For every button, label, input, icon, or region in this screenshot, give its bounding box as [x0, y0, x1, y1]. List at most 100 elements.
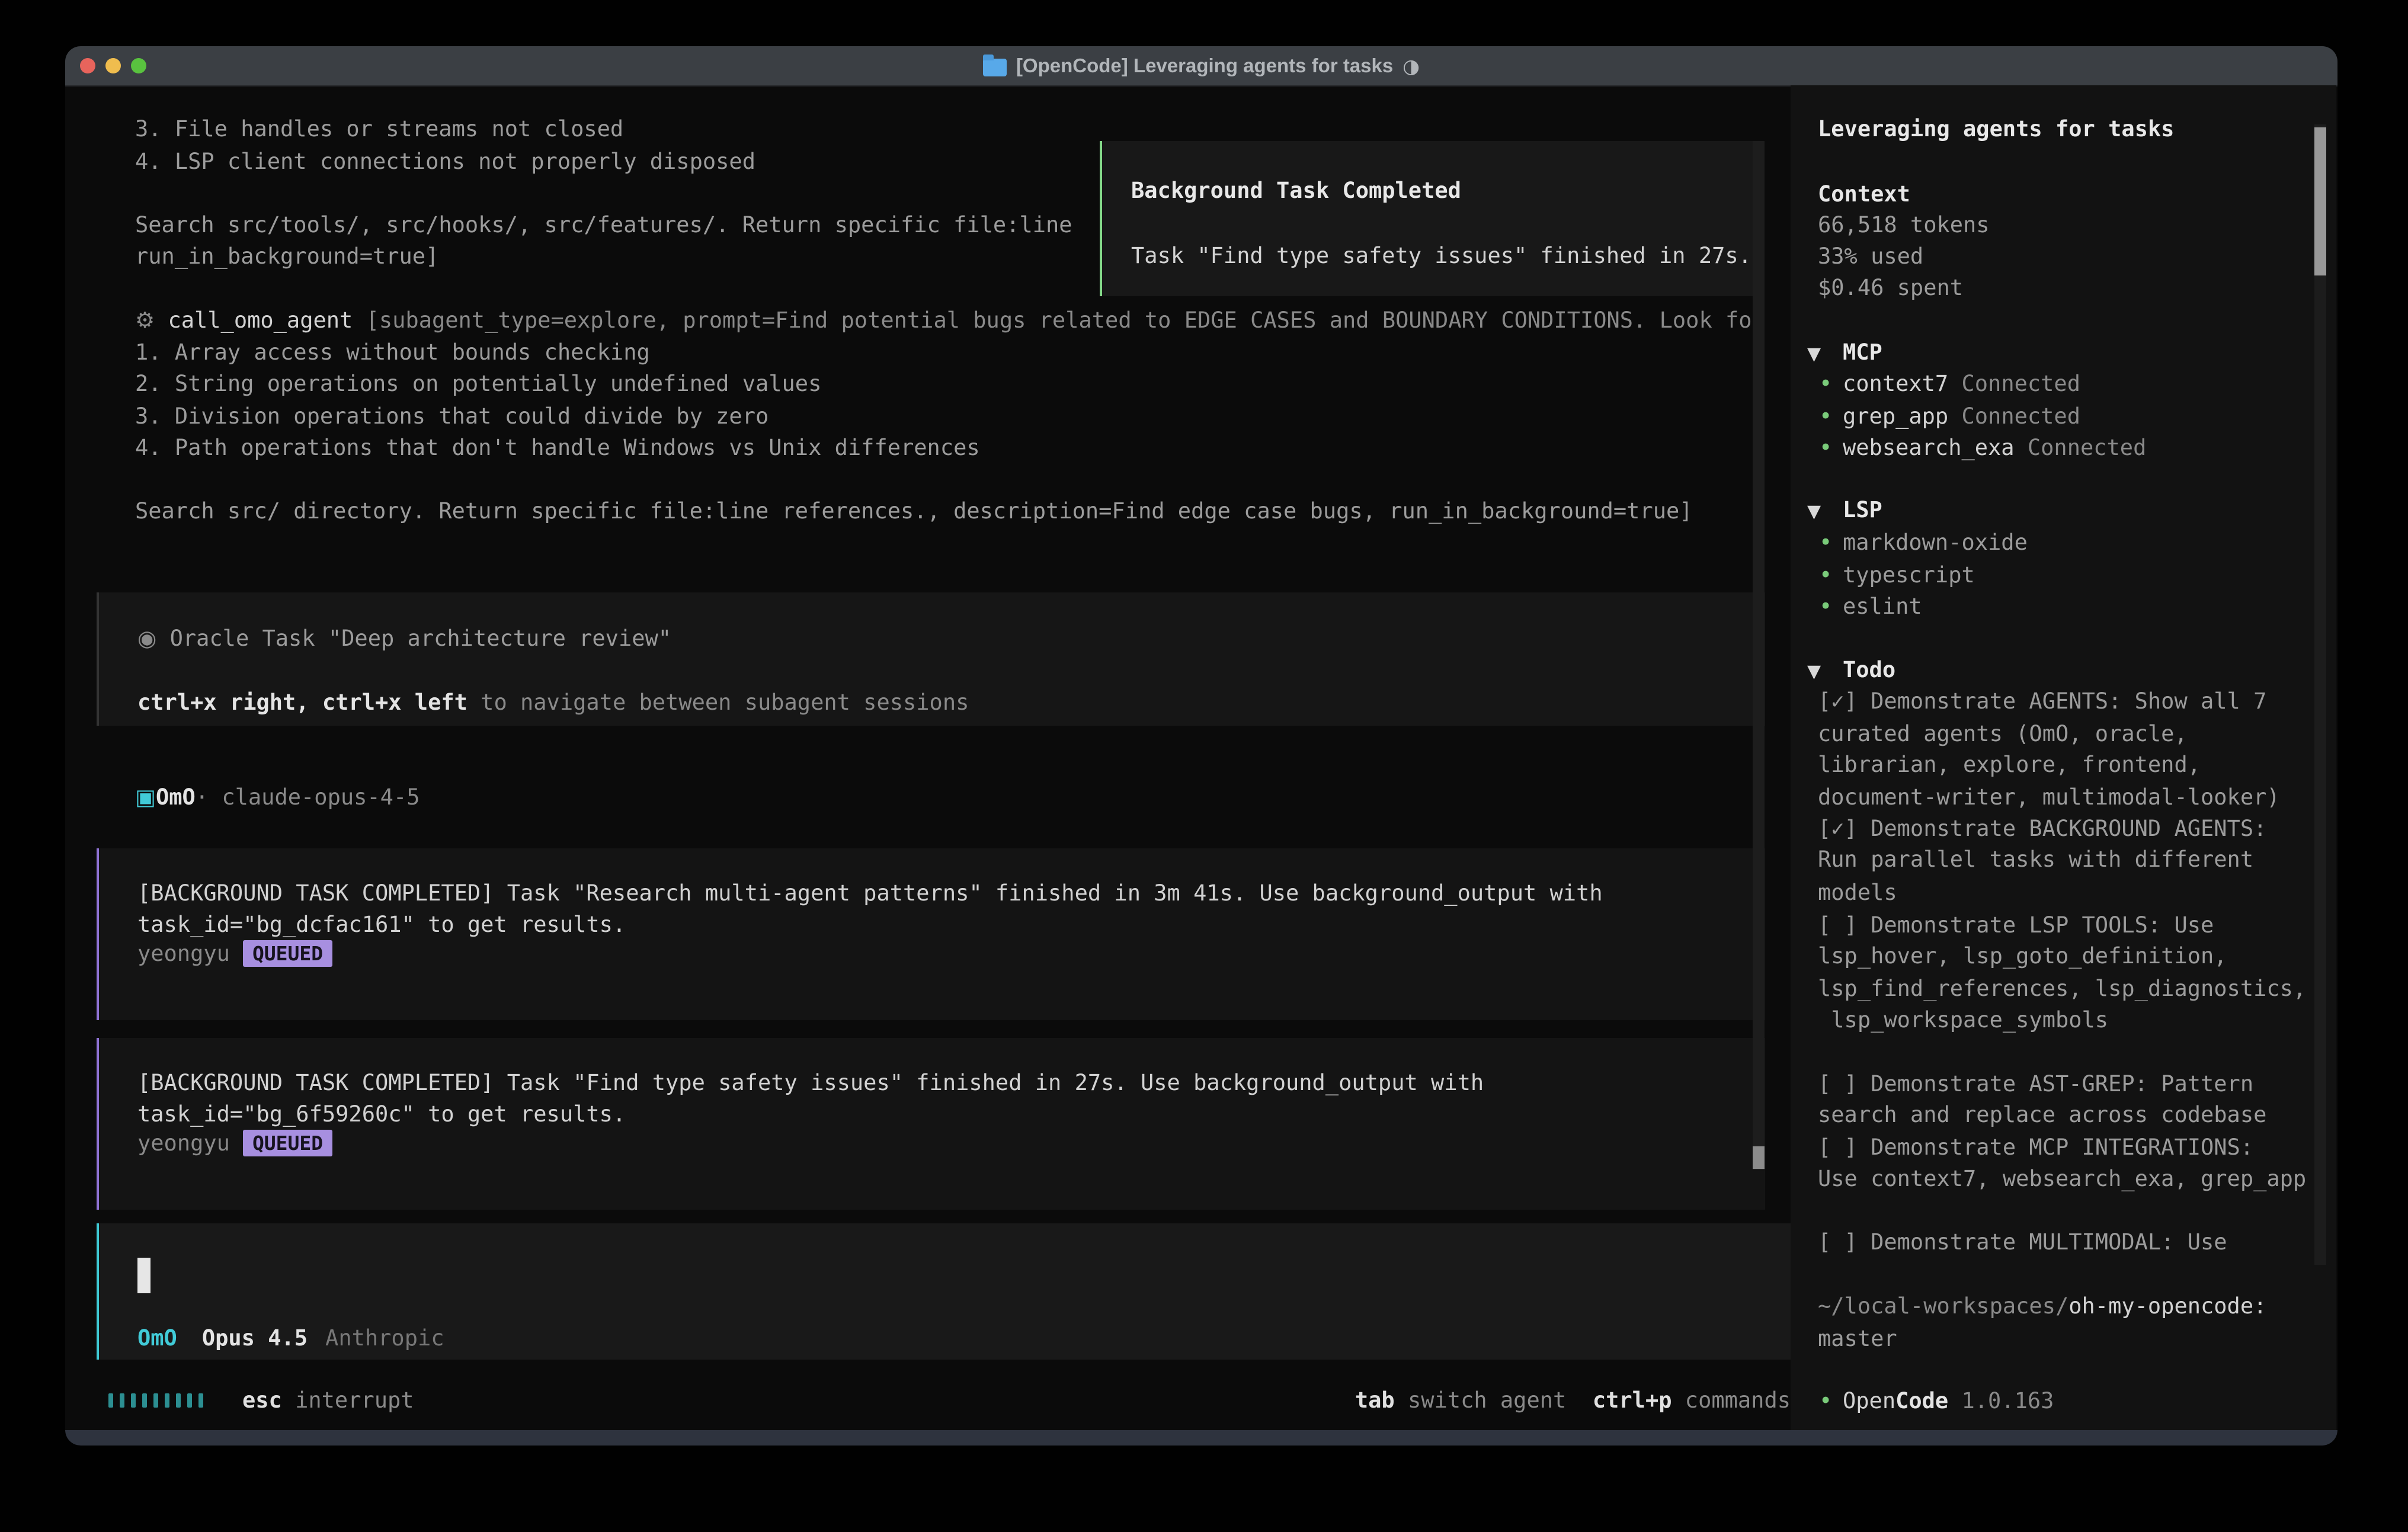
lsp-item: eslint: [1843, 591, 1922, 623]
agent-model: claude-opus-4-5: [222, 784, 420, 810]
todo-item-pending: [ ] Demonstrate MCP INTEGRATIONS:: [1818, 1132, 2253, 1164]
terminal-line: run_in_background=true]: [135, 241, 438, 273]
connected-dot-icon: •: [1819, 559, 1832, 591]
mcp-item: websearch_exa Connected: [1843, 432, 2146, 464]
message-text: task_id="bg_6f59260c" to get results.: [137, 1098, 626, 1130]
tool-call-list-item: 4. Path operations that don't handle Win…: [135, 432, 980, 464]
workspace-branch: master: [1818, 1323, 1897, 1355]
input-provider-name: Anthropic: [325, 1325, 444, 1351]
mcp-status: Connected: [1948, 403, 2080, 429]
app-version-number: 1.0.163: [1948, 1388, 2054, 1414]
spinner-dot: [108, 1393, 113, 1408]
todo-item-active: lsp_workspace_symbols: [1818, 1004, 2108, 1036]
folder-icon: [983, 59, 1007, 76]
zoom-button[interactable]: [131, 58, 146, 73]
agent-separator: ·: [196, 784, 209, 810]
notification-title: Background Task Completed: [1131, 175, 1461, 207]
spinner-dot: [142, 1393, 147, 1408]
mcp-status: Connected: [2015, 435, 2147, 460]
tool-call-list-item: 1. Array access without bounds checking: [135, 336, 650, 368]
prompt-input[interactable]: OmO Opus 4.5 Anthropic: [97, 1223, 1793, 1360]
gear-icon: ⚙: [135, 307, 155, 333]
context-spent: $0.46 spent: [1818, 272, 1963, 304]
spinner-dot: [198, 1393, 203, 1408]
desktop: [OpenCode] Leveraging agents for tasks ◑…: [0, 0, 2408, 1532]
message-author: yeongyu: [137, 1130, 230, 1156]
working-spinner: [108, 1393, 203, 1408]
opencode-window: [OpenCode] Leveraging agents for tasks ◑…: [65, 46, 2337, 1446]
todo-item-done: [✓] Demonstrate AGENTS: Show all 7: [1818, 685, 2266, 717]
mcp-name: grep_app: [1843, 403, 1948, 429]
sidebar-scrollbar-thumb[interactable]: [2314, 127, 2326, 275]
message-author: yeongyu: [137, 941, 230, 966]
window-title-text: [OpenCode] Leveraging agents for tasks: [1016, 55, 1393, 77]
todo-item-done: models: [1818, 877, 1897, 909]
app-version: OpenCode 1.0.163: [1843, 1385, 2054, 1417]
todo-heading[interactable]: Todo: [1843, 654, 1895, 686]
oracle-task-title: ◉ Oracle Task "Deep architecture review": [137, 623, 671, 655]
interrupt-hint: esc interrupt: [242, 1384, 414, 1416]
notification-body: Task "Find type safety issues" finished …: [1131, 240, 1751, 272]
hint-text: to navigate between subagent sessions: [467, 690, 969, 715]
todo-item-done: Run parallel tasks with different: [1818, 844, 2253, 876]
chevron-down-icon[interactable]: ▼: [1807, 344, 1831, 364]
mcp-heading[interactable]: MCP: [1843, 336, 1882, 368]
message-footer: yeongyu QUEUED: [137, 1127, 332, 1159]
agent-header: ▣OmO· claude-opus-4-5: [135, 781, 420, 813]
tool-call-args: [subagent_type=explore, prompt=Find pote…: [353, 307, 1765, 333]
todo-item-pending: search and replace across codebase: [1818, 1099, 2266, 1131]
mcp-status: Connected: [1948, 371, 2080, 396]
main-scrollbar-thumb[interactable]: [1753, 1146, 1765, 1169]
input-agent-name: OmO: [137, 1325, 177, 1351]
session-title: Leveraging agents for tasks: [1818, 113, 2174, 145]
status-bar: esc interrupt tab switch agent ctrl+p co…: [65, 1384, 1791, 1416]
mcp-item: context7 Connected: [1843, 368, 2080, 400]
spinner-dot: [120, 1393, 124, 1408]
tool-call-list-item: 3. Division operations that could divide…: [135, 400, 768, 432]
spinner-dot: [187, 1393, 192, 1408]
workspace-path: ~/local-workspaces/oh-my-opencode:: [1818, 1290, 2266, 1322]
tool-call-line: ⚙ call_omo_agent [subagent_type=explore,…: [135, 305, 1765, 336]
connected-dot-icon: •: [1819, 400, 1832, 432]
tab-key-label: switch agent: [1395, 1387, 1567, 1413]
agent-square-icon: ▣: [135, 784, 156, 810]
app-name-bold: Code: [1895, 1388, 1948, 1414]
terminal-line: 3. File handles or streams not closed: [135, 113, 623, 145]
agent-name: OmO: [156, 784, 196, 810]
status-badge: QUEUED: [243, 940, 332, 967]
record-icon: ◉: [137, 626, 156, 651]
title-bar: [OpenCode] Leveraging agents for tasks ◑: [65, 46, 2337, 86]
commands-key-label: commands: [1672, 1387, 1791, 1413]
esc-key-label: interrupt: [282, 1387, 414, 1413]
main-scrollbar-track[interactable]: [1753, 141, 1765, 1170]
terminal-line: Search src/tools/, src/hooks/, src/featu…: [135, 209, 1072, 241]
message-block: [BACKGROUND TASK COMPLETED] Task "Find t…: [97, 1038, 1765, 1210]
session-sidebar: Leveraging agents for tasks Context 66,5…: [1791, 85, 2336, 1430]
message-text: [BACKGROUND TASK COMPLETED] Task "Resear…: [137, 877, 1603, 909]
sidebar-scrollbar-track[interactable]: [2314, 124, 2326, 1265]
lsp-heading[interactable]: LSP: [1843, 494, 1882, 526]
mcp-name: context7: [1843, 371, 1948, 396]
workspace-repo: oh-my-opencode:: [2068, 1293, 2266, 1319]
chevron-down-icon[interactable]: ▼: [1807, 661, 1831, 682]
todo-item-active: [ ] Demonstrate LSP TOOLS: Use: [1818, 909, 2214, 941]
esc-key-hint: esc: [242, 1387, 282, 1413]
todo-item-done: librarian, explore, frontend,: [1818, 749, 2201, 781]
tool-call-tail: Search src/ directory. Return specific f…: [135, 495, 1693, 527]
minimize-button[interactable]: [105, 58, 121, 73]
todo-item-active: lsp_hover, lsp_goto_definition,: [1818, 940, 2227, 972]
lsp-item: typescript: [1843, 559, 1975, 591]
todo-item-active: lsp_find_references, lsp_diagnostics,: [1818, 973, 2306, 1005]
close-button[interactable]: [80, 58, 95, 73]
oracle-task-text: Oracle Task "Deep architecture review": [156, 626, 671, 651]
message-text: [BACKGROUND TASK COMPLETED] Task "Find t…: [137, 1067, 1484, 1099]
busy-indicator-icon: ◑: [1402, 55, 1420, 78]
todo-item-pending: [ ] Demonstrate MULTIMODAL: Use: [1818, 1226, 2227, 1258]
input-meta: OmO Opus 4.5 Anthropic: [137, 1322, 444, 1354]
oracle-task-panel: ◉ Oracle Task "Deep architecture review"…: [97, 592, 1765, 726]
context-tokens: 66,518 tokens: [1818, 209, 1990, 241]
todo-item-pending: [ ] Demonstrate AST-GREP: Pattern: [1818, 1068, 2253, 1100]
spinner-dot: [165, 1393, 169, 1408]
tool-call-list-item: 2. String operations on potentially unde…: [135, 368, 821, 400]
chevron-down-icon[interactable]: ▼: [1807, 501, 1831, 522]
